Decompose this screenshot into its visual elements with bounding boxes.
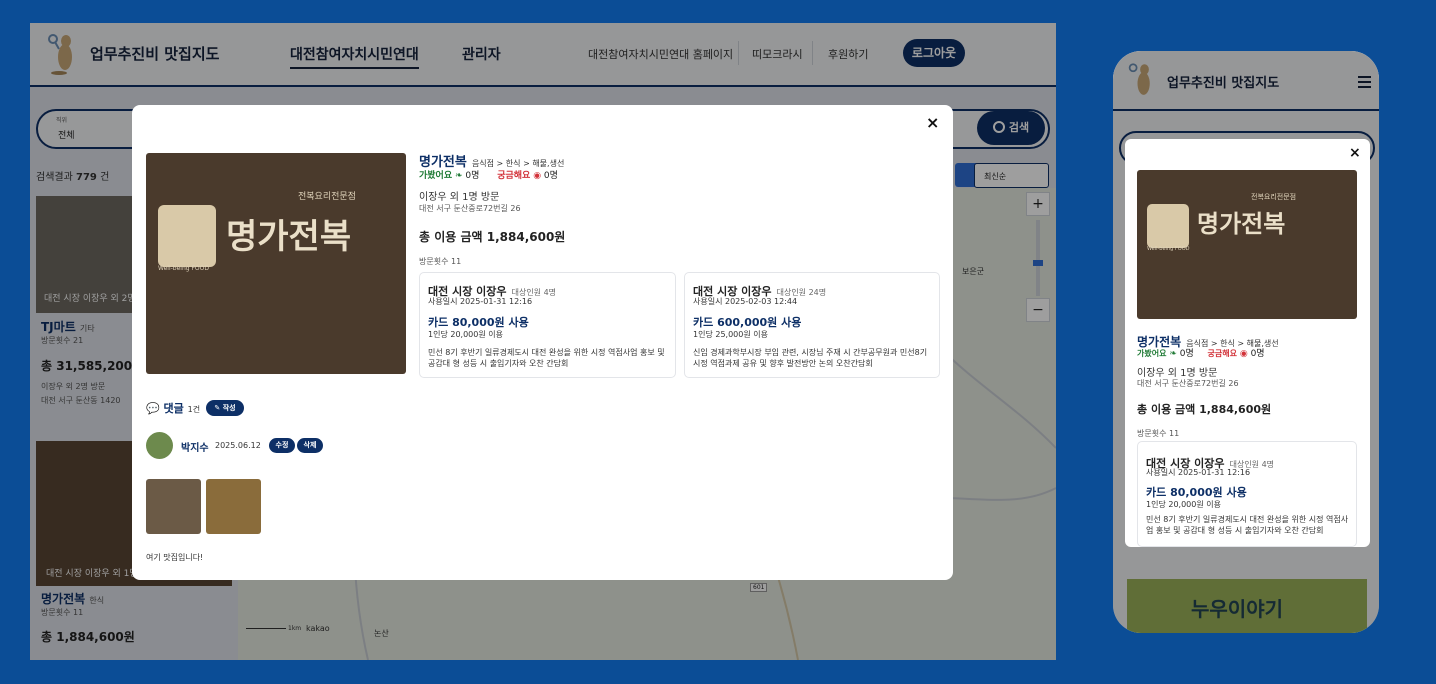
mobile-detail-modal: × 명가전복 전복요리전문점 Well-being FOOD 명가전복 음식점 … bbox=[1125, 139, 1370, 547]
curious-count: 0명 bbox=[543, 171, 558, 181]
visit-date: 사용일시 2025-02-03 12:44 bbox=[693, 297, 798, 306]
comment-date: 2025.06.12 bbox=[215, 441, 261, 450]
restaurant-address: 대전 서구 둔산중로72번길 26 bbox=[419, 204, 521, 213]
comments-header: 💬 댓글 1건 bbox=[146, 400, 200, 416]
leaf-icon: ❧ bbox=[455, 171, 463, 181]
visit-card: 대전 시장 이장우 대상인원 4명 사용일시 2025-01-31 12:16 … bbox=[1137, 441, 1357, 547]
comment-icon: 💬 bbox=[146, 402, 160, 415]
avatar[interactable] bbox=[146, 432, 173, 459]
visit-purpose: 신임 경제과학부시장 부임 관련, 시장님 주재 시 간부공무원과 민선8기 시… bbox=[693, 348, 928, 368]
total-amount: 총 이용 금액 1,884,600원 bbox=[419, 230, 566, 244]
reaction-row: 가봤어요 ❧ 0명 궁금해요 ◉ 0명 bbox=[1137, 346, 1265, 359]
restaurant-logo-icon bbox=[1147, 204, 1189, 248]
mobile-frame: 업무추진비 맛집지도 누우이야기 × 명가전복 전복요리전문점 Well-bei… bbox=[1113, 51, 1379, 633]
comment-photo[interactable] bbox=[146, 479, 201, 534]
pencil-icon: ✎ bbox=[214, 404, 221, 412]
visitors-summary: 이장우 외 1명 방문 bbox=[1137, 368, 1218, 379]
visitors-summary: 이장우 외 1명 방문 bbox=[419, 192, 500, 203]
comments-count: 1건 bbox=[187, 405, 201, 414]
photo-sign-text: 명가전복 bbox=[1197, 210, 1286, 238]
edit-comment-button[interactable]: 수정 bbox=[269, 438, 295, 453]
detail-modal: × 명가전복 전복요리전문점 Well-being FOOD 명가전복 음식점 … bbox=[132, 105, 953, 580]
visit-purpose: 민선 8기 후반기 일류경제도시 대전 완성을 위한 시정 역점사업 홍보 및 … bbox=[1146, 515, 1349, 535]
close-icon[interactable]: × bbox=[1349, 145, 1361, 161]
eye-icon: ◉ bbox=[533, 171, 542, 181]
comment-text: 여기 맛집입니다! bbox=[146, 553, 204, 562]
photo-sub-text: 전복요리전문점 bbox=[298, 192, 356, 202]
comment-author: 박지수 bbox=[181, 443, 209, 454]
visit-amount: 카드 80,000원 사용 bbox=[1146, 486, 1247, 499]
photo-sign-text: 명가전복 bbox=[226, 217, 352, 257]
went-count: 0명 bbox=[1179, 349, 1194, 359]
leaf-icon: ❧ bbox=[1169, 349, 1177, 359]
visit-per-person: 1인당 20,000원 이용 bbox=[428, 330, 503, 339]
visit-amount: 카드 600,000원 사용 bbox=[693, 316, 802, 329]
curious-count: 0명 bbox=[1250, 349, 1265, 359]
total-amount: 총 이용 금액 1,884,600원 bbox=[1137, 403, 1272, 416]
photo-brand-text: Well-being FOOD bbox=[1147, 246, 1190, 252]
went-button[interactable]: 가봤어요 bbox=[1137, 349, 1166, 358]
curious-button[interactable]: 궁금해요 bbox=[497, 171, 530, 181]
restaurant-category: 음식점 > 한식 > 해물,생선 bbox=[471, 159, 565, 168]
restaurant-logo-icon bbox=[158, 205, 216, 267]
visit-count: 방문횟수 11 bbox=[419, 257, 462, 266]
visit-card: 대전 시장 이장우 대상인원 24명 사용일시 2025-02-03 12:44… bbox=[684, 272, 940, 378]
went-button[interactable]: 가봤어요 bbox=[419, 171, 452, 181]
visit-date: 사용일시 2025-01-31 12:16 bbox=[428, 297, 533, 306]
comment-photo[interactable] bbox=[206, 479, 261, 534]
restaurant-address: 대전 서구 둔산중로72번길 26 bbox=[1137, 379, 1239, 388]
eye-icon: ◉ bbox=[1239, 349, 1248, 359]
delete-comment-button[interactable]: 삭제 bbox=[297, 438, 323, 453]
went-count: 0명 bbox=[465, 171, 480, 181]
visit-count: 방문횟수 11 bbox=[1137, 429, 1180, 438]
write-comment-button[interactable]: ✎ 작성 bbox=[206, 400, 244, 416]
restaurant-photo[interactable]: 명가전복 전복요리전문점 Well-being FOOD bbox=[146, 153, 406, 374]
visit-card: 대전 시장 이장우 대상인원 4명 사용일시 2025-01-31 12:16 … bbox=[419, 272, 676, 378]
visit-purpose: 민선 8기 후반기 일류경제도시 대전 완성을 위한 시정 역점사업 홍보 및 … bbox=[428, 348, 665, 368]
close-icon[interactable]: × bbox=[926, 113, 939, 132]
photo-sub-text: 전복요리전문점 bbox=[1251, 193, 1297, 201]
photo-brand-text: Well-being FOOD bbox=[158, 265, 209, 272]
visit-per-person: 1인당 20,000원 이용 bbox=[1146, 500, 1221, 509]
visit-amount: 카드 80,000원 사용 bbox=[428, 316, 529, 329]
visit-date: 사용일시 2025-01-31 12:16 bbox=[1146, 468, 1251, 477]
visit-per-person: 1인당 25,000원 이용 bbox=[693, 330, 768, 339]
curious-button[interactable]: 궁금해요 bbox=[1208, 349, 1237, 358]
reaction-row: 가봤어요 ❧ 0명 궁금해요 ◉ 0명 bbox=[419, 168, 558, 181]
comments-label: 댓글 bbox=[163, 402, 184, 415]
restaurant-photo[interactable]: 명가전복 전복요리전문점 Well-being FOOD bbox=[1137, 170, 1357, 319]
